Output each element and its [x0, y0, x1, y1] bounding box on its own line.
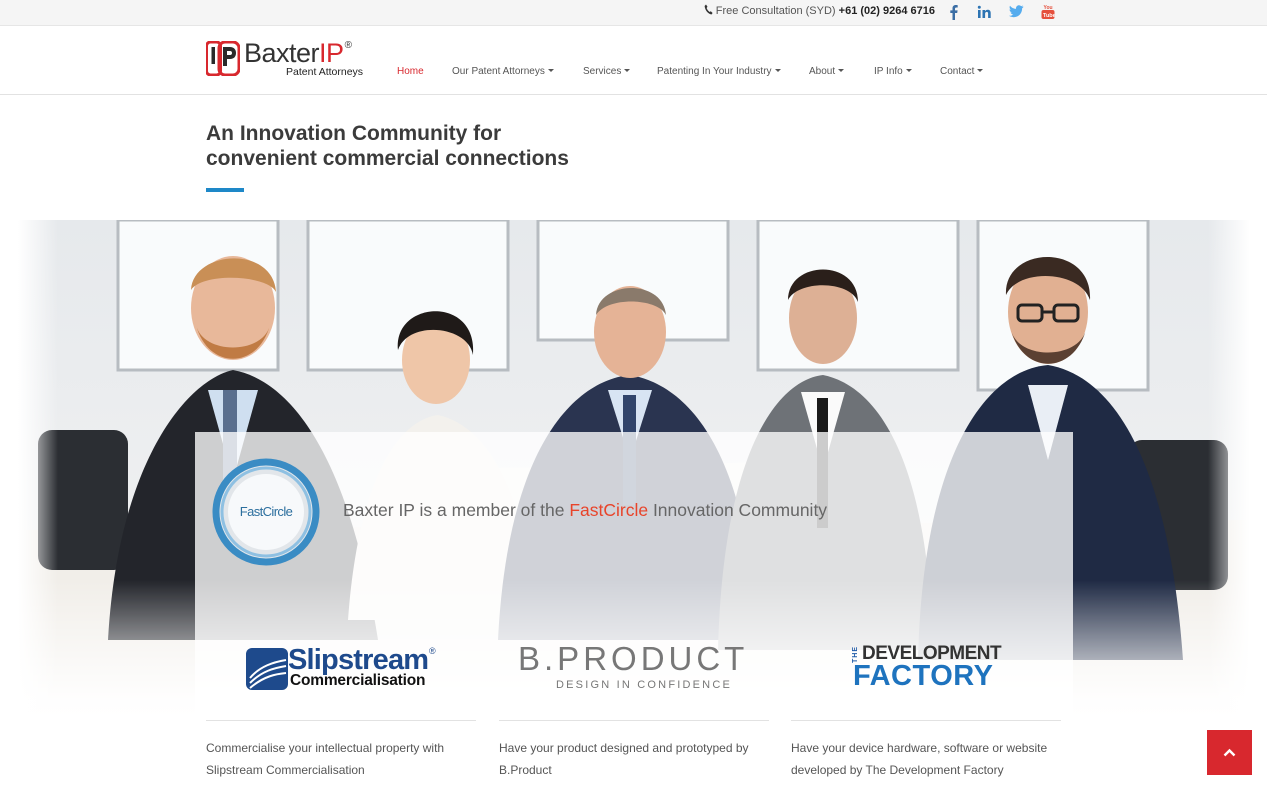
nav-our-patent-attorneys[interactable]: Our Patent Attorneys: [452, 66, 554, 77]
nav-contact[interactable]: Contact: [940, 66, 984, 77]
top-bar: Free Consultation (SYD) +61 (02) 9264 67…: [0, 0, 1267, 26]
slipstream-logo-subtitle: Commercialisation: [290, 672, 426, 689]
nav-home[interactable]: Home: [397, 66, 424, 77]
caret-down-icon: [905, 69, 912, 72]
development-factory-subtitle: FACTORY: [853, 660, 994, 692]
title-underline: [206, 188, 244, 192]
nav-patenting-in-your-industry[interactable]: Patenting In Your Industry: [657, 66, 781, 77]
nav-services[interactable]: Services: [583, 66, 631, 77]
phone-number[interactable]: +61 (02) 9264 6716: [839, 5, 935, 17]
bproduct-description: Have your product designed and prototype…: [499, 741, 749, 777]
slipstream-reg-mark: ®: [429, 646, 436, 656]
svg-text:Tube: Tube: [1043, 13, 1055, 19]
caret-down-icon: [838, 69, 845, 72]
fastcircle-link[interactable]: FastCircle: [569, 500, 648, 520]
chevron-up-icon: [1223, 748, 1236, 757]
caret-down-icon: [547, 69, 554, 72]
phone-icon: [704, 4, 713, 15]
consultation-contact[interactable]: Free Consultation (SYD) +61 (02) 9264 67…: [704, 4, 935, 17]
svg-text:You: You: [1044, 5, 1053, 11]
caret-down-icon: [977, 69, 984, 72]
fastcircle-badge-icon[interactable]: FastCircle: [212, 458, 320, 566]
partner-divider: [206, 720, 476, 721]
site-header: BaxterIP® Patent Attorneys Home Our Pate…: [0, 26, 1267, 95]
partner-divider: [791, 720, 1061, 721]
membership-statement: Baxter IP is a member of the FastCircle …: [343, 500, 828, 520]
page-title: An Innovation Community for convenient co…: [206, 122, 569, 170]
youtube-icon[interactable]: Tube You: [1041, 4, 1055, 20]
development-factory-description: Have your device hardware, software or w…: [791, 741, 1048, 777]
brand-tagline: Patent Attorneys: [286, 66, 364, 78]
slipstream-description: Commercialise your intellectual property…: [206, 741, 445, 777]
back-to-top-button[interactable]: [1207, 730, 1252, 775]
caret-down-icon: [774, 69, 781, 72]
ip-logo-mark-icon: [206, 41, 240, 76]
nav-about[interactable]: About: [809, 66, 845, 77]
nav-ip-info[interactable]: IP Info: [874, 66, 912, 77]
twitter-icon[interactable]: [1009, 4, 1024, 18]
facebook-icon[interactable]: [949, 4, 959, 20]
slipstream-swoosh-icon: [246, 648, 288, 690]
caret-down-icon: [624, 69, 631, 72]
brand-name: BaxterIP®: [244, 38, 352, 68]
fastcircle-badge-text: FastCircle: [240, 504, 293, 519]
baxterip-logo[interactable]: BaxterIP® Patent Attorneys: [206, 38, 374, 80]
consultation-label: Free Consultation (SYD): [715, 5, 836, 17]
partner-divider: [499, 720, 769, 721]
linkedin-icon[interactable]: [977, 4, 992, 20]
bproduct-logo-subtitle: DESIGN IN CONFIDENCE: [556, 679, 733, 691]
bproduct-logo-title: B.PRODUCT: [518, 640, 749, 677]
